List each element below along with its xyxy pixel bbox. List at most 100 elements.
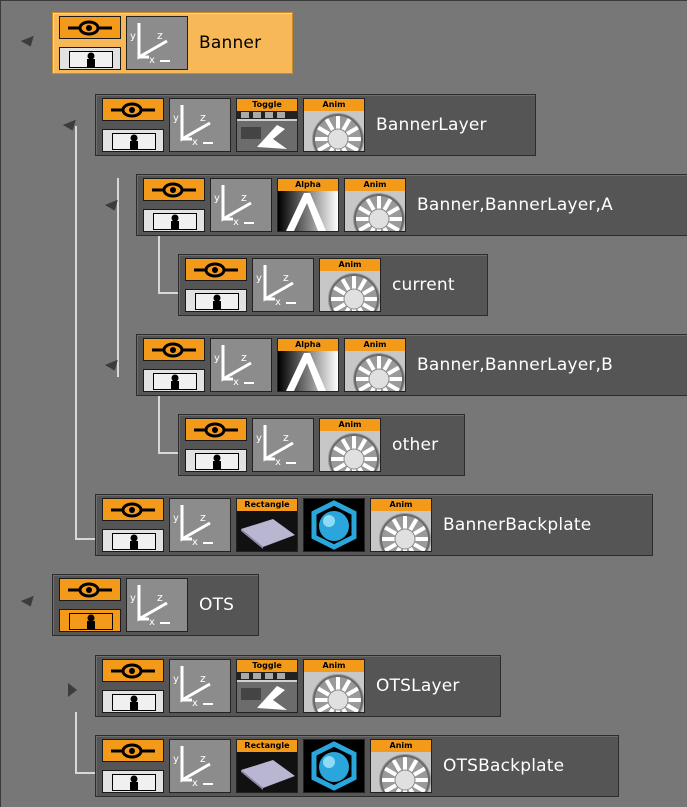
collapse-arrow-icon[interactable] — [68, 683, 77, 697]
visibility-controls — [102, 98, 164, 152]
plugin-tag-label: Anim — [345, 339, 405, 351]
toggle-plugin-icon[interactable]: Toggle — [236, 659, 298, 713]
tree-node-4[interactable]: y z x Alpha Anim Banner,BannerLayer,B — [136, 334, 687, 396]
animation-plugin-icon[interactable]: Anim — [344, 178, 406, 232]
tree-node-2[interactable]: y z x Alpha Anim Banner,BannerLayer,A — [136, 174, 687, 236]
visibility-controls — [59, 578, 121, 632]
transform-axis-icon[interactable]: y z x — [169, 98, 231, 152]
svg-text:y: y — [173, 513, 179, 524]
visibility-controls — [143, 178, 205, 232]
transform-axis-icon[interactable]: y z x — [126, 578, 188, 632]
animation-plugin-icon[interactable]: Anim — [303, 98, 365, 152]
plugin-tag-label: Alpha — [278, 339, 338, 351]
transform-axis-icon[interactable]: y z x — [210, 178, 272, 232]
render-person-icon[interactable] — [185, 289, 247, 312]
render-person-icon[interactable] — [59, 47, 121, 70]
svg-text:z: z — [200, 752, 206, 765]
node-label: BannerLayer — [376, 115, 487, 135]
visibility-eye-icon[interactable] — [102, 739, 164, 762]
svg-text:z: z — [241, 351, 247, 364]
animation-plugin-icon[interactable]: Anim — [303, 659, 365, 713]
svg-text:z: z — [200, 111, 206, 124]
tree-node-6[interactable]: y z x Rectangle Anim BannerBackplate — [95, 494, 653, 556]
render-person-icon[interactable] — [102, 129, 164, 152]
animation-plugin-icon[interactable]: Anim — [319, 418, 381, 472]
render-person-icon[interactable] — [143, 209, 205, 232]
alpha-plugin-icon[interactable]: Alpha — [277, 338, 339, 392]
tree-node-3[interactable]: y z x Anim current — [178, 254, 488, 316]
material-plugin-icon[interactable] — [303, 498, 365, 552]
tree-connector — [158, 392, 160, 454]
visibility-eye-icon[interactable] — [102, 98, 164, 121]
visibility-eye-icon[interactable] — [185, 258, 247, 281]
material-plugin-icon[interactable] — [303, 739, 365, 793]
plugin-tag-label: Anim — [320, 419, 380, 431]
rectangle-plugin-icon[interactable]: Rectangle — [236, 739, 298, 793]
node-label: Banner,BannerLayer,B — [417, 355, 614, 375]
svg-text:x: x — [149, 617, 155, 628]
node-label: OTSBackplate — [443, 756, 565, 776]
svg-text:y: y — [256, 273, 262, 284]
animation-plugin-icon[interactable]: Anim — [370, 498, 432, 552]
visibility-controls — [102, 498, 164, 552]
transform-axis-icon[interactable]: y z x — [169, 739, 231, 793]
svg-text:z: z — [200, 511, 206, 524]
visibility-eye-icon[interactable] — [143, 338, 205, 361]
toggle-plugin-icon[interactable]: Toggle — [236, 98, 298, 152]
svg-text:y: y — [214, 353, 220, 364]
node-label: OTSLayer — [376, 676, 460, 696]
svg-text:x: x — [275, 457, 281, 468]
plugin-tag-label: Anim — [371, 740, 431, 752]
transform-axis-icon[interactable]: y z x — [252, 418, 314, 472]
tree-connector — [75, 126, 77, 540]
node-label: current — [392, 275, 455, 295]
transform-axis-icon[interactable]: y z x — [126, 16, 188, 70]
svg-text:z: z — [157, 29, 163, 42]
svg-text:x: x — [192, 537, 198, 548]
visibility-eye-icon[interactable] — [102, 659, 164, 682]
svg-text:z: z — [241, 191, 247, 204]
render-person-icon[interactable] — [102, 690, 164, 713]
render-person-icon[interactable] — [59, 609, 121, 632]
visibility-eye-icon[interactable] — [143, 178, 205, 201]
plugin-tag-label: Anim — [345, 179, 405, 191]
plugin-tag-label: Alpha — [278, 179, 338, 191]
svg-text:z: z — [157, 591, 163, 604]
svg-text:y: y — [256, 433, 262, 444]
animation-plugin-icon[interactable]: Anim — [319, 258, 381, 312]
node-label: BannerBackplate — [443, 515, 592, 535]
tree-connector — [158, 452, 178, 454]
transform-axis-icon[interactable]: y z x — [210, 338, 272, 392]
rectangle-plugin-icon[interactable]: Rectangle — [236, 498, 298, 552]
plugin-tag-label: Rectangle — [237, 740, 297, 752]
animation-plugin-icon[interactable]: Anim — [344, 338, 406, 392]
tree-node-0[interactable]: y z x Banner — [52, 12, 293, 74]
tree-node-7[interactable]: y z x OTS — [52, 574, 259, 636]
svg-text:y: y — [214, 193, 220, 204]
tree-node-9[interactable]: y z x Rectangle Anim OTSBackplate — [95, 735, 619, 797]
visibility-controls — [59, 16, 121, 70]
visibility-eye-icon[interactable] — [185, 418, 247, 441]
svg-text:z: z — [283, 271, 289, 284]
svg-text:x: x — [149, 55, 155, 66]
plugin-tag-label: Anim — [320, 259, 380, 271]
svg-text:x: x — [192, 698, 198, 709]
render-person-icon[interactable] — [185, 449, 247, 472]
svg-text:z: z — [283, 431, 289, 444]
animation-plugin-icon[interactable]: Anim — [370, 739, 432, 793]
transform-axis-icon[interactable]: y z x — [252, 258, 314, 312]
alpha-plugin-icon[interactable]: Alpha — [277, 178, 339, 232]
visibility-controls — [102, 739, 164, 793]
render-person-icon[interactable] — [102, 529, 164, 552]
tree-node-5[interactable]: y z x Anim other — [178, 414, 465, 476]
render-person-icon[interactable] — [143, 369, 205, 392]
visibility-eye-icon[interactable] — [59, 578, 121, 601]
transform-axis-icon[interactable]: y z x — [169, 659, 231, 713]
transform-axis-icon[interactable]: y z x — [169, 498, 231, 552]
render-person-icon[interactable] — [102, 770, 164, 793]
tree-node-1[interactable]: y z x Toggle Anim BannerLayer — [95, 94, 536, 156]
visibility-eye-icon[interactable] — [102, 498, 164, 521]
visibility-eye-icon[interactable] — [59, 16, 121, 39]
visibility-controls — [185, 258, 247, 312]
tree-node-8[interactable]: y z x Toggle Anim OTSLayer — [95, 655, 501, 717]
